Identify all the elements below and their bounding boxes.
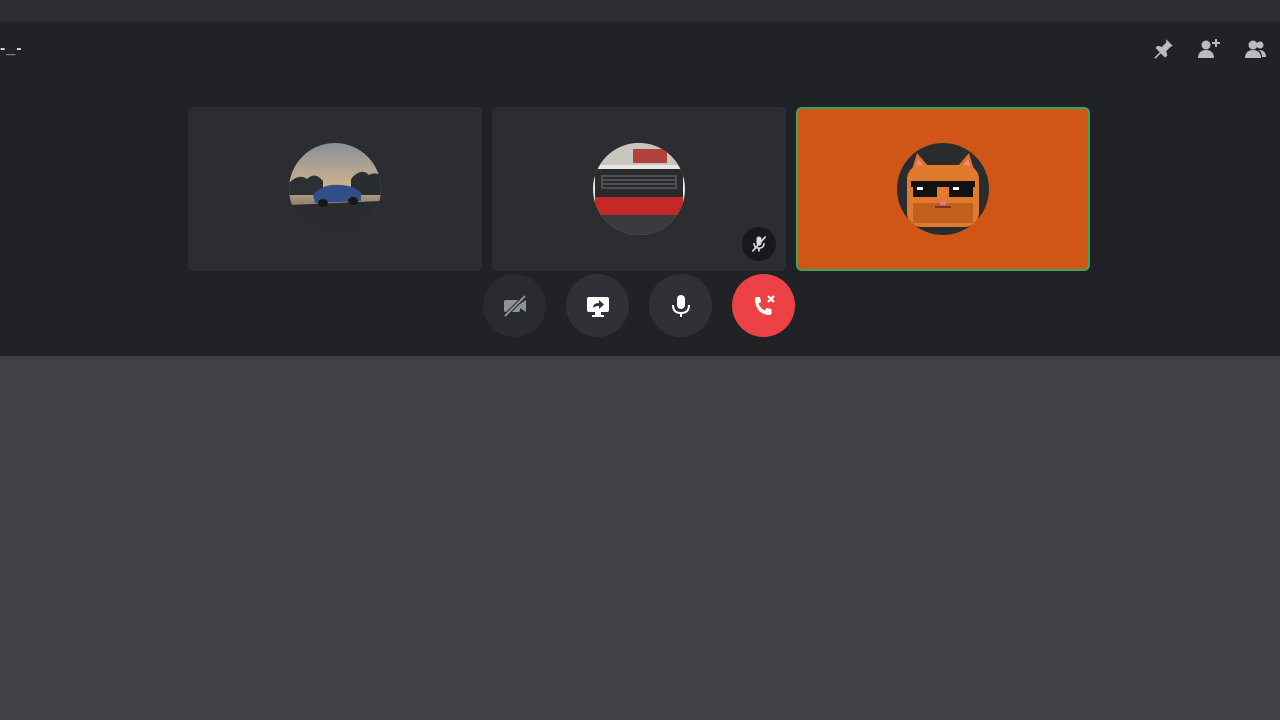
red-car-photo-avatar [593, 143, 685, 235]
participant-tile-speaking[interactable] [796, 107, 1090, 271]
disconnect-icon [754, 294, 775, 315]
muted-microphone-icon [742, 227, 776, 261]
screen-share-button[interactable] [566, 274, 629, 337]
participant-tile[interactable] [188, 107, 482, 271]
camera-toggle-button[interactable] [483, 274, 546, 337]
add-friend-icon[interactable] [1196, 36, 1222, 62]
car-photo-avatar [289, 143, 381, 235]
participant-tile[interactable] [492, 107, 786, 271]
pin-icon[interactable] [1150, 36, 1176, 62]
disconnect-button[interactable] [732, 274, 795, 337]
chat-area [0, 356, 1280, 720]
call-controls [483, 274, 795, 337]
microphone-icon [671, 294, 690, 317]
members-icon[interactable] [1242, 36, 1268, 62]
pixel-cat-sunglasses-avatar [897, 143, 989, 235]
microphone-button[interactable] [649, 274, 712, 337]
call-header-toolbar [1150, 36, 1268, 62]
camera-off-icon [503, 294, 526, 317]
channel-name: -_- [0, 40, 23, 57]
screen-share-icon [586, 296, 609, 317]
title-bar [0, 0, 1280, 22]
